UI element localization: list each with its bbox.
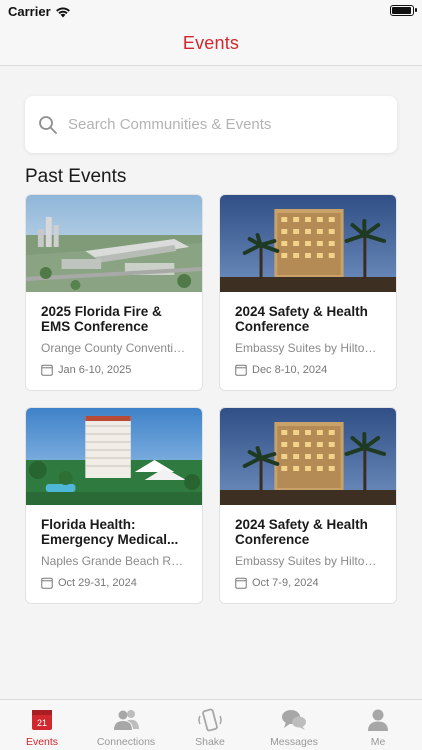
event-card[interactable]: 2024 Safety & Health Conference Embassy … xyxy=(219,407,397,604)
tab-bar: 21 Events Connections Shake Messages Me xyxy=(0,699,422,750)
shake-phone-icon xyxy=(198,708,222,732)
event-title: Florida Health: Emergency Medical... xyxy=(41,517,179,547)
event-date-row: Dec 8-10, 2024 xyxy=(235,364,327,376)
carrier-indicator: Carrier xyxy=(8,4,71,19)
battery-icon xyxy=(390,5,417,16)
tab-label: Me xyxy=(370,736,386,748)
event-venue: Embassy Suites by Hilton ... xyxy=(235,554,381,568)
event-date-row: Oct 7-9, 2024 xyxy=(235,577,319,589)
event-venue: Orange County Conventio... xyxy=(41,341,187,355)
event-venue: Embassy Suites by Hilton ... xyxy=(235,341,381,355)
tab-messages[interactable]: Messages xyxy=(252,700,336,750)
event-card[interactable]: 2025 Florida Fire & EMS Conference Orang… xyxy=(25,194,203,391)
event-title: 2024 Safety & Health Conference xyxy=(235,517,368,547)
search-icon xyxy=(39,115,57,134)
event-image-hotel-night xyxy=(220,195,396,292)
tab-label: Events xyxy=(25,736,59,748)
event-title: 2024 Safety & Health Conference xyxy=(235,304,368,334)
tab-label: Connections xyxy=(96,736,156,748)
event-image-beach-resort xyxy=(26,408,202,505)
calendar-icon xyxy=(235,577,247,589)
event-date: Oct 29-31, 2024 xyxy=(58,577,137,589)
event-date: Dec 8-10, 2024 xyxy=(252,364,328,376)
person-icon xyxy=(368,709,388,731)
navigation-bar: Events xyxy=(0,22,422,66)
wifi-icon xyxy=(55,6,70,17)
page-title: Events xyxy=(182,33,240,53)
tab-label: Messages xyxy=(270,736,318,748)
chat-bubbles-icon xyxy=(282,710,306,730)
event-date: Oct 7-9, 2024 xyxy=(252,577,319,589)
event-date-row: Jan 6-10, 2025 xyxy=(41,364,131,376)
tab-events[interactable]: 21 Events xyxy=(0,700,84,750)
event-title: 2025 Florida Fire & EMS Conference xyxy=(41,304,162,334)
search-input[interactable] xyxy=(68,116,368,133)
tab-label: Shake xyxy=(195,736,225,748)
event-date-row: Oct 29-31, 2024 xyxy=(41,577,137,589)
carrier-label: Carrier xyxy=(8,4,51,19)
tab-me[interactable]: Me xyxy=(336,700,420,750)
event-image-convention-center xyxy=(26,195,202,292)
calendar-badge: 21 xyxy=(37,718,47,728)
calendar-icon xyxy=(235,364,247,376)
event-venue: Naples Grande Beach Resort xyxy=(41,554,187,568)
status-bar: Carrier xyxy=(0,0,422,22)
people-icon xyxy=(114,710,139,730)
search-bar[interactable] xyxy=(25,96,397,153)
calendar-icon: 21 xyxy=(32,710,52,730)
event-card[interactable]: Florida Health: Emergency Medical... Nap… xyxy=(25,407,203,604)
tab-shake[interactable]: Shake xyxy=(168,700,252,750)
event-image-hotel-night xyxy=(220,408,396,505)
calendar-icon xyxy=(41,577,53,589)
event-date: Jan 6-10, 2025 xyxy=(58,364,132,376)
event-card[interactable]: 2024 Safety & Health Conference Embassy … xyxy=(219,194,397,391)
section-title: Past Events xyxy=(25,166,127,187)
tab-connections[interactable]: Connections xyxy=(84,700,168,750)
calendar-icon xyxy=(41,364,53,376)
